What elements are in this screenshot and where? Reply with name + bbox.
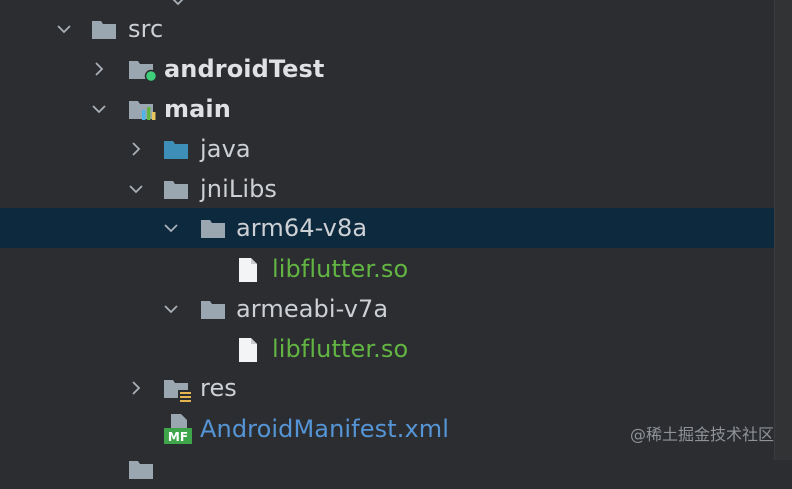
tree-label-java: java xyxy=(200,135,251,163)
folder-icon xyxy=(128,457,153,481)
tree-label-libflutter: libflutter.so xyxy=(272,255,409,283)
tree-row-res[interactable]: res xyxy=(0,368,774,408)
folder-icon xyxy=(200,297,225,321)
tree-row-armeabi-v7a[interactable]: armeabi-v7a xyxy=(0,289,774,329)
tree-label-android-manifest: AndroidManifest.xml xyxy=(200,415,449,443)
manifest-badge-text: MF xyxy=(168,430,188,444)
tree-row-partial-bottom[interactable] xyxy=(0,449,774,489)
tree-row-main[interactable]: main xyxy=(0,89,774,129)
watermark-text: @稀土掘金技术社区 xyxy=(629,425,774,444)
test-folder-icon xyxy=(128,57,158,83)
module-folder-icon xyxy=(128,97,156,121)
tree-row-androidTest[interactable]: androidTest xyxy=(0,49,774,89)
tree-row-armeabi-libflutter[interactable]: libflutter.so xyxy=(0,329,774,369)
project-tree-panel: src androidTest main java jniLibs arm64-… xyxy=(0,0,774,479)
chevron-right-icon[interactable] xyxy=(128,141,144,157)
folder-icon xyxy=(91,17,116,41)
tree-label-main: main xyxy=(164,95,231,123)
tree-row-arm64-libflutter[interactable]: libflutter.so xyxy=(0,249,774,289)
tree-label-libflutter: libflutter.so xyxy=(272,335,409,363)
file-icon xyxy=(237,337,261,362)
vertical-scrollbar-track[interactable] xyxy=(774,0,792,460)
tree-row-java[interactable]: java xyxy=(0,129,774,169)
tree-label-arm64-v8a: arm64-v8a xyxy=(236,214,368,242)
chevron-right-icon[interactable] xyxy=(128,380,144,396)
chevron-down-icon[interactable] xyxy=(163,301,179,317)
chevron-down-icon[interactable] xyxy=(128,181,144,197)
file-icon xyxy=(237,257,261,282)
tree-label-res: res xyxy=(200,374,237,402)
chevron-right-icon[interactable] xyxy=(91,61,107,77)
tree-row-arm64-v8a[interactable]: arm64-v8a xyxy=(0,208,774,248)
folder-icon xyxy=(200,216,225,240)
tree-label-jniLibs: jniLibs xyxy=(200,175,278,203)
folder-icon xyxy=(163,177,188,201)
chevron-down-icon[interactable] xyxy=(56,21,72,37)
tree-label-androidTest: androidTest xyxy=(164,55,325,83)
chevron-down-icon[interactable] xyxy=(91,101,107,117)
resources-folder-icon xyxy=(163,376,192,405)
tree-label-src: src xyxy=(128,15,164,43)
chevron-down-icon[interactable] xyxy=(163,220,179,236)
manifest-icon: MF xyxy=(163,414,197,444)
source-folder-icon xyxy=(163,137,188,161)
tree-row-src[interactable]: src xyxy=(0,9,774,49)
tree-row-jniLibs[interactable]: jniLibs xyxy=(0,169,774,209)
tree-label-armeabi-v7a: armeabi-v7a xyxy=(236,295,389,323)
